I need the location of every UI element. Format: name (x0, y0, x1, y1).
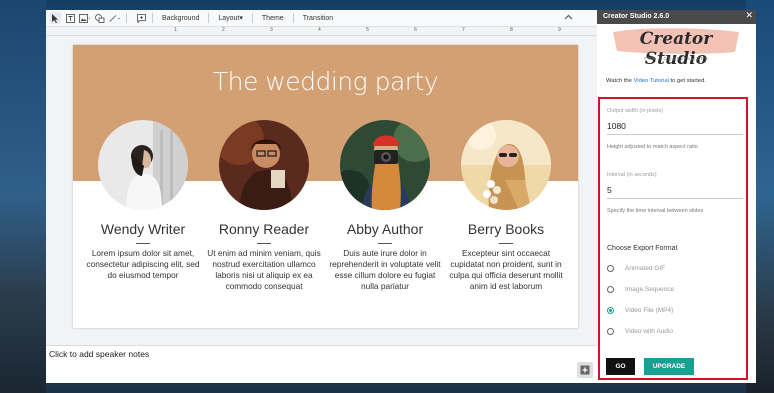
toolbar-divider (126, 13, 127, 23)
logo-subtitle: FOR GOOGLE SLIDES (644, 56, 709, 61)
creator-studio-sidebar: Creator Studio 2.6.0 ✕ Creator Studio FO… (597, 10, 756, 383)
person-bio: Ut enim ad minim veniam, quis nostrud ex… (207, 248, 321, 291)
name-divider (378, 243, 392, 244)
output-width-label: Output width (in pixels) (607, 108, 663, 114)
current-slide[interactable]: The wedding party Wendy Writer Lorem ips… (73, 45, 578, 328)
comment-icon[interactable] (135, 12, 147, 24)
background-button[interactable]: Background (158, 15, 203, 22)
interval-label: Interval (in seconds) (607, 172, 657, 178)
insert-image-icon[interactable] (79, 12, 91, 24)
person-name: Abby Author (346, 221, 424, 237)
radio-button[interactable] (607, 286, 614, 293)
ruler-mark: 9 (558, 27, 561, 33)
shape-icon[interactable] (94, 12, 106, 24)
slide-canvas: The wedding party Wendy Writer Lorem ips… (46, 36, 597, 345)
name-divider (499, 243, 513, 244)
ruler-mark: 3 (270, 27, 273, 33)
interval-field[interactable]: 5 (607, 185, 743, 199)
slides-editor: Background Layout▾ Theme Transition 1 2 … (46, 10, 597, 383)
text-box-icon[interactable] (64, 12, 76, 24)
close-icon[interactable]: ✕ (745, 10, 753, 21)
format-option-gif[interactable]: Animated GIF (607, 265, 665, 272)
select-cursor-icon[interactable] (49, 12, 61, 24)
output-width-field[interactable]: 1080 (607, 121, 743, 135)
person-photo (461, 120, 551, 210)
person-photo (98, 120, 188, 210)
sidebar-title: Creator Studio 2.6.0 (597, 10, 756, 24)
person-photo (219, 120, 309, 210)
radio-button-selected[interactable] (607, 307, 614, 314)
toolbar-divider (251, 13, 253, 23)
logo-text: Creator Studio (639, 29, 713, 69)
toolbar-divider (292, 13, 294, 23)
speaker-notes[interactable]: Click to add speaker notes (49, 349, 149, 359)
radio-button[interactable] (607, 265, 614, 272)
name-divider (136, 243, 150, 244)
desktop-background-left (0, 0, 46, 393)
ruler-mark: 1 (174, 27, 177, 33)
go-button[interactable]: GO (606, 358, 635, 375)
person-card[interactable]: Berry Books Excepteur sint occaecat cupi… (446, 120, 566, 292)
person-bio: Duis aute irure dolor in reprehenderit i… (329, 248, 441, 291)
add-notes-button[interactable] (577, 362, 593, 378)
ruler-mark: 4 (318, 27, 321, 33)
name-divider (257, 243, 271, 244)
tutorial-note: Watch the Video Tutorial to get started. (606, 78, 706, 84)
layout-label: Layout (218, 15, 240, 22)
transition-button[interactable]: Transition (299, 15, 337, 22)
format-label: Video with Audio (625, 328, 673, 335)
person-photo (340, 120, 430, 210)
export-format-title: Choose Export Format (607, 245, 678, 252)
person-card[interactable]: Ronny Reader Ut enim ad minim veniam, qu… (204, 120, 324, 292)
upgrade-button[interactable]: UPGRADE (644, 358, 694, 375)
notes-divider[interactable] (46, 345, 597, 346)
radio-button[interactable] (607, 328, 614, 335)
format-label: Video File (MP4) (625, 307, 674, 314)
person-card[interactable]: Abby Author Duis aute irure dolor in rep… (325, 120, 445, 292)
export-settings-panel: Output width (in pixels) 1080 Height adj… (598, 97, 748, 380)
person-name: Berry Books (467, 221, 545, 237)
person-bio: Excepteur sint occaecat cupidatat non pr… (449, 248, 563, 291)
format-option-image-sequence[interactable]: Image Sequence (607, 286, 674, 293)
layout-button[interactable]: Layout▾ (214, 14, 247, 22)
toolbar: Background Layout▾ Theme Transition (46, 10, 597, 27)
horizontal-ruler: 1 2 3 4 5 6 7 8 9 (46, 27, 597, 36)
person-name: Ronny Reader (218, 221, 310, 237)
ruler-mark: 7 (462, 27, 465, 33)
creator-studio-logo: Creator Studio (607, 24, 745, 69)
video-tutorial-link[interactable]: Video Tutorial (634, 78, 669, 84)
format-option-audio[interactable]: Video with Audio (607, 328, 673, 335)
collapse-toolbar-icon[interactable] (564, 12, 573, 22)
person-card[interactable]: Wendy Writer Lorem ipsum dolor sit amet,… (83, 120, 203, 281)
toolbar-divider (208, 13, 210, 23)
ruler-mark: 6 (414, 27, 417, 33)
slide-title[interactable]: The wedding party (73, 67, 578, 96)
ruler-mark: 2 (222, 27, 225, 33)
tutorial-prefix: Watch the (606, 78, 632, 84)
interval-help: Specify the time interval between slides (607, 208, 704, 214)
tutorial-suffix: to get started. (670, 78, 706, 84)
ruler-mark: 5 (366, 27, 369, 33)
output-width-help: Height adjusted to match aspect ratio (607, 144, 698, 150)
person-bio: Lorem ipsum dolor sit amet, consectetur … (86, 248, 200, 280)
theme-button[interactable]: Theme (258, 15, 288, 22)
plus-icon (580, 365, 590, 375)
ruler-mark: 8 (510, 27, 513, 33)
person-name: Wendy Writer (100, 221, 186, 237)
line-icon[interactable] (109, 12, 121, 24)
toolbar-divider (152, 13, 153, 23)
format-label: Image Sequence (625, 286, 675, 293)
format-label: Animated GIF (625, 265, 666, 272)
chevron-down-icon: ▾ (239, 15, 243, 22)
format-option-mp4[interactable]: Video File (MP4) (607, 307, 673, 314)
